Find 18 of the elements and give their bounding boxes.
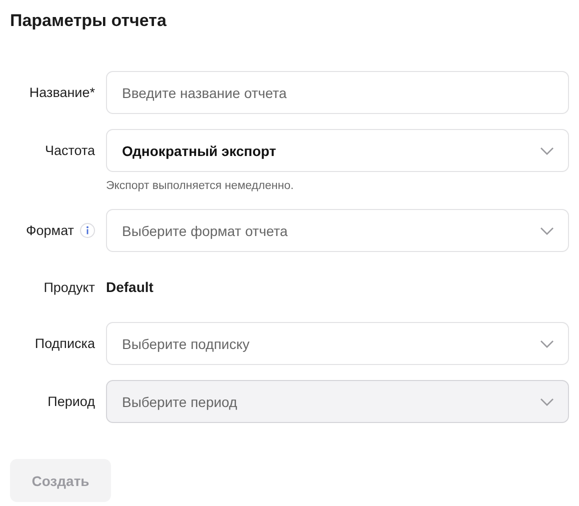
chevron-down-icon (540, 398, 554, 406)
select-field[interactable]: Выберите подписку (106, 322, 569, 365)
input-field[interactable]: Введите название отчета (106, 71, 569, 114)
field-label: Формат (26, 223, 74, 238)
field-label: Частота (44, 143, 95, 158)
chevron-down-icon (540, 146, 554, 154)
field-value: Default (106, 279, 154, 295)
select-field[interactable]: Однократный экспорт (106, 129, 569, 172)
chevron-down-icon (540, 340, 554, 348)
chevron-down-icon (540, 226, 554, 234)
field-label: Продукт (44, 280, 95, 294)
info-icon[interactable] (80, 223, 95, 238)
field-hint: Экспорт выполняется немедленно. (106, 179, 295, 194)
field-label: Название* (29, 85, 95, 100)
field-label: Период (48, 394, 95, 409)
form-title: Параметры отчета (10, 10, 168, 32)
field-label: Подписка (34, 336, 95, 351)
select-field[interactable]: Выберите формат отчета (106, 209, 569, 252)
